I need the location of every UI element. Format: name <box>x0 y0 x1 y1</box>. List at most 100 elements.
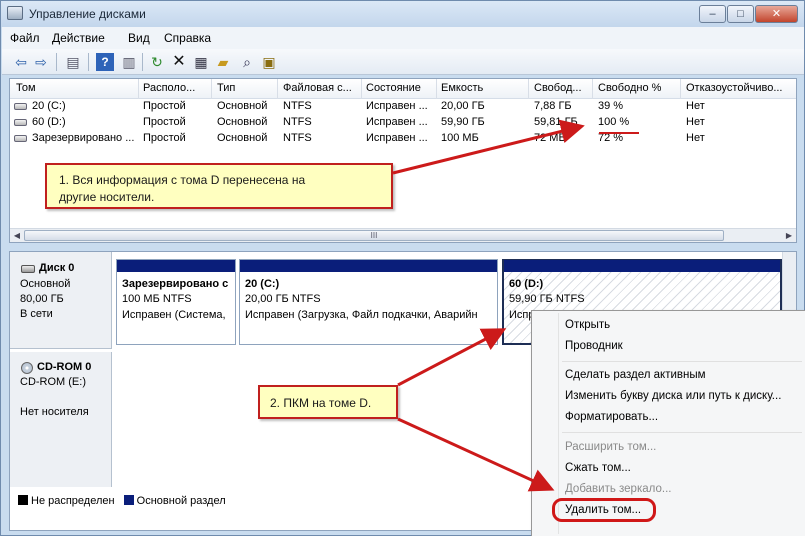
volume-row-reserved[interactable]: Зарезервировано ... Простой Основной NTF… <box>10 131 796 147</box>
disk0-status: В сети <box>20 308 53 320</box>
menu-help[interactable]: Справка <box>164 31 211 45</box>
disk0-label[interactable]: Диск 0 Основной 80,00 ГБ В сети <box>10 252 112 349</box>
scroll-thumb[interactable]: III <box>24 230 724 241</box>
close-button[interactable]: ✕ <box>755 5 798 23</box>
menu-format[interactable]: Форматировать... <box>565 411 658 423</box>
free-percent-underline <box>599 132 639 134</box>
callout-step1-line1: 1. Вся информация с тома D перенесена на <box>59 173 306 187</box>
toolbar: ⇦ ⇨ ▤ ? ▥ ↻ ✕ ▦ ▰ ⌕ ▣ <box>2 49 804 75</box>
cdrom0-name: CD-ROM 0 <box>37 361 92 373</box>
window-title: Управление дисками <box>29 7 146 21</box>
volume-icon <box>14 135 27 142</box>
volume-icon <box>14 103 27 110</box>
cell-capacity: 100 МБ <box>441 132 479 144</box>
col-layout[interactable]: Располо... <box>143 82 209 94</box>
disk0-type: Основной <box>20 278 71 290</box>
callout-step1: 1. Вся информация с тома D перенесена на… <box>45 163 393 209</box>
cell-fault-tolerance: Нет <box>686 116 705 128</box>
search-icon[interactable]: ⌕ <box>238 53 256 71</box>
col-fault-tolerance[interactable]: Отказоустойчиво... <box>686 82 794 94</box>
cell-fault-tolerance: Нет <box>686 132 705 144</box>
cell-status: Исправен ... <box>366 100 428 112</box>
menu-open[interactable]: Открыть <box>565 319 610 331</box>
menu-action[interactable]: Действие <box>52 31 105 45</box>
cell-fault-tolerance: Нет <box>686 100 705 112</box>
cell-layout: Простой <box>143 100 186 112</box>
unallocated-swatch <box>18 495 28 505</box>
menu-view[interactable]: Вид <box>128 31 150 45</box>
disk0-size: 80,00 ГБ <box>20 293 64 305</box>
menu-mark-active[interactable]: Сделать раздел активным <box>565 369 706 381</box>
legend-unallocated: Не распределен <box>31 495 115 507</box>
callout-step1-line2: другие носители. <box>59 190 155 204</box>
col-status[interactable]: Состояние <box>366 82 436 94</box>
volume-icon <box>14 119 27 126</box>
horizontal-scrollbar[interactable]: ◀ III ▶ <box>10 228 796 242</box>
cell-filesystem: NTFS <box>283 132 312 144</box>
partition-reserved[interactable]: Зарезервировано с 100 МБ NTFS Исправен (… <box>116 259 236 345</box>
open-icon[interactable]: ▰ <box>214 53 232 71</box>
cell-free-percent: 100 % <box>598 116 630 128</box>
legend: Не распределен Основной раздел <box>18 495 226 507</box>
volume-list: Том Располо... Тип Файловая с... Состоян… <box>9 78 797 243</box>
title-bar: Управление дисками – □ ✕ <box>1 1 804 27</box>
col-free-percent[interactable]: Свободно % <box>598 82 680 94</box>
cdrom0-status: Нет носителя <box>20 406 89 418</box>
help-icon[interactable]: ? <box>96 53 114 71</box>
properties-icon[interactable]: ▦ <box>192 53 210 71</box>
cdrom0-label[interactable]: CD-ROM 0 CD-ROM (E:) Нет носителя <box>10 352 112 487</box>
partition-title: 60 (D:) <box>509 278 544 290</box>
back-icon[interactable]: ⇦ <box>12 53 30 71</box>
volume-row-d[interactable]: 60 (D:) Простой Основной NTFS Исправен .… <box>10 115 796 131</box>
cell-capacity: 59,90 ГБ <box>441 116 485 128</box>
partition-size: 20,00 ГБ NTFS <box>245 293 321 305</box>
menu-bar: Файл Действие Вид Справка <box>2 27 804 49</box>
delete-highlight <box>552 498 656 522</box>
forward-icon[interactable]: ⇨ <box>32 53 50 71</box>
settings-icon[interactable]: ▣ <box>260 53 278 71</box>
cell-free: 72 МБ <box>534 132 566 144</box>
disk0-name: Диск 0 <box>39 262 75 274</box>
menu-file[interactable]: Файл <box>10 31 40 45</box>
cell-volume: 60 (D:) <box>32 116 66 128</box>
partition-status: Исправен (Загрузка, Файл подкачки, Авари… <box>245 309 478 321</box>
disk-management-window: Управление дисками – □ ✕ Файл Действие В… <box>0 0 805 536</box>
window-controls: – □ ✕ <box>699 5 798 23</box>
menu-explorer[interactable]: Проводник <box>565 340 623 352</box>
cell-status: Исправен ... <box>366 116 428 128</box>
cell-free: 59,81 ГБ <box>534 116 578 128</box>
delete-icon[interactable]: ✕ <box>170 53 188 71</box>
partition-c[interactable]: 20 (C:) 20,00 ГБ NTFS Исправен (Загрузка… <box>239 259 498 345</box>
legend-primary: Основной раздел <box>136 495 226 507</box>
menu-extend-volume: Расширить том... <box>565 441 657 453</box>
volume-list-header: Том Располо... Тип Файловая с... Состоян… <box>10 79 796 99</box>
menu-change-drive-letter[interactable]: Изменить букву диска или путь к диску... <box>565 390 781 402</box>
hard-disk-icon <box>21 265 35 273</box>
cell-type: Основной <box>217 132 268 144</box>
minimize-button[interactable]: – <box>699 5 726 23</box>
scroll-left-icon[interactable]: ◀ <box>11 230 23 241</box>
cell-status: Исправен ... <box>366 132 428 144</box>
col-type[interactable]: Тип <box>217 82 275 94</box>
app-icon <box>7 6 23 20</box>
partition-size: 59,90 ГБ NTFS <box>509 293 585 305</box>
partition-title: Зарезервировано с <box>122 278 229 290</box>
volume-row-c[interactable]: 20 (C:) Простой Основной NTFS Исправен .… <box>10 99 796 115</box>
maximize-button[interactable]: □ <box>727 5 754 23</box>
col-free[interactable]: Свобод... <box>534 82 590 94</box>
cell-type: Основной <box>217 100 268 112</box>
partition-status: Исправен (Система, <box>122 309 226 321</box>
col-filesystem[interactable]: Файловая с... <box>283 82 361 94</box>
show-pane-icon[interactable]: ▥ <box>120 53 138 71</box>
partition-title: 20 (C:) <box>245 278 280 290</box>
cell-free: 7,88 ГБ <box>534 100 572 112</box>
refresh-icon[interactable]: ↻ <box>148 53 166 71</box>
menu-add-mirror: Добавить зеркало... <box>565 483 672 495</box>
scroll-right-icon[interactable]: ▶ <box>783 230 795 241</box>
col-volume[interactable]: Том <box>16 82 134 94</box>
callout-step2-text: 2. ПКМ на томе D. <box>270 396 372 410</box>
col-capacity[interactable]: Емкость <box>441 82 527 94</box>
callout-step2: 2. ПКМ на томе D. <box>258 385 398 419</box>
menu-shrink-volume[interactable]: Сжать том... <box>565 462 631 474</box>
console-tree-icon[interactable]: ▤ <box>64 53 82 71</box>
